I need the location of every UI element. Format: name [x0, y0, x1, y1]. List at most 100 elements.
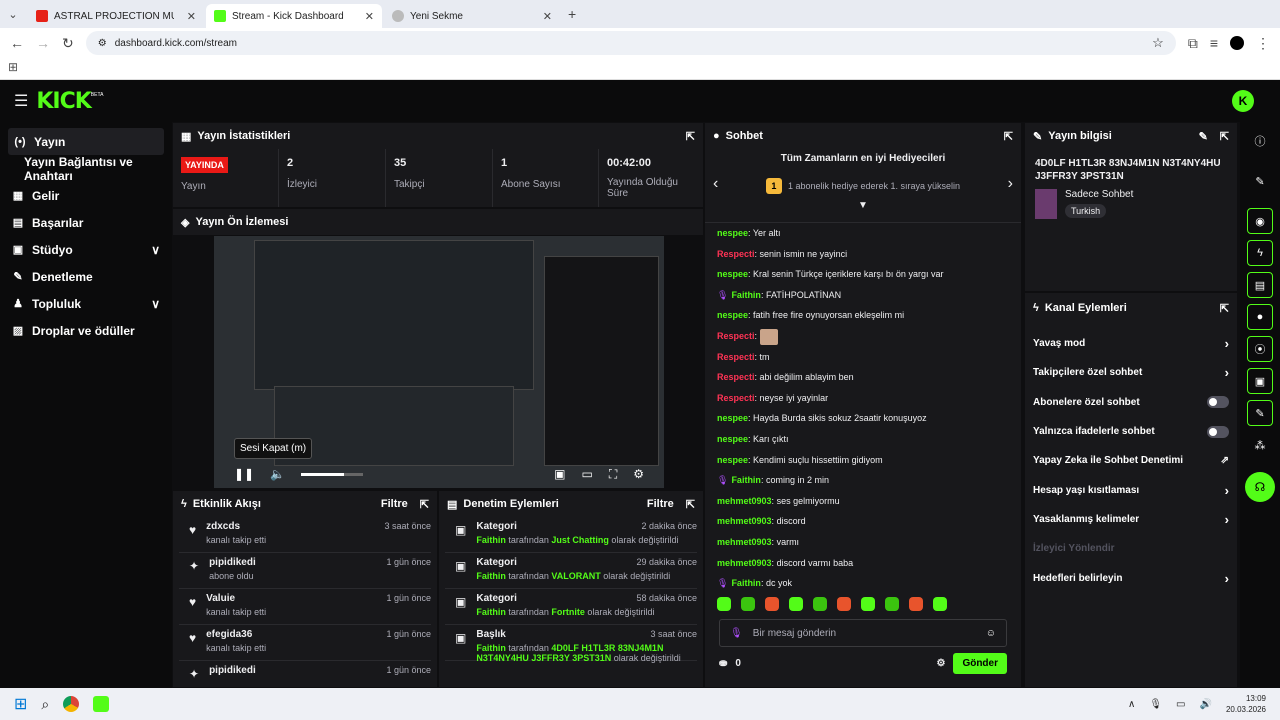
emote-icon[interactable]: [765, 597, 779, 611]
site-info-icon[interactable]: ⚙: [98, 38, 107, 49]
save-icon[interactable]: ▣: [1247, 368, 1273, 394]
browser-tab-youtube[interactable]: ASTRAL PROJECTION MUSI ✕: [28, 4, 204, 28]
search-icon[interactable]: ⌕: [41, 696, 49, 713]
channel-action-row[interactable]: Yapay Zeka ile Sohbet Denetimi ⇗: [1025, 446, 1237, 475]
chat-username[interactable]: Faithin: [731, 290, 761, 300]
activity-item[interactable]: ♥ efegida36 kanalı takip etti 1 gün önce: [179, 625, 431, 661]
volume-slider[interactable]: [301, 472, 364, 476]
close-icon[interactable]: ✕: [187, 10, 196, 23]
activity-item[interactable]: ♥ zdxcds kanalı takip etti 3 saat önce: [179, 517, 431, 553]
emote-icon[interactable]: [885, 597, 899, 611]
toggle-switch[interactable]: [1207, 425, 1229, 438]
channel-action-row[interactable]: Yalnızca ifadelerle sohbet: [1025, 417, 1237, 446]
volume-tray-icon[interactable]: 🔊: [1200, 699, 1212, 710]
hamburger-menu-icon[interactable]: ☰: [14, 91, 28, 111]
pinned-toggle-icon[interactable]: ▼: [705, 200, 1021, 211]
chat-message[interactable]: Respecti: tm: [705, 347, 1021, 368]
sidebar-item-topluluk[interactable]: ♟ Topluluk ∨: [0, 290, 172, 317]
kick-app-icon[interactable]: [93, 696, 110, 712]
tab-list-icon[interactable]: ⌄: [0, 8, 26, 21]
clip-icon[interactable]: ◉: [1247, 208, 1273, 234]
new-tab-button[interactable]: +: [568, 6, 576, 22]
chevron-left-icon[interactable]: ‹: [713, 175, 718, 193]
chat-username[interactable]: Faithin: [731, 475, 761, 485]
kick-logo[interactable]: KICK: [36, 89, 91, 114]
chat-message[interactable]: 🎙 Faithin: FATİHPOLATİNAN: [705, 285, 1021, 306]
chat-username[interactable]: nespee: [717, 455, 748, 465]
sidebar-item-stream-key[interactable]: Yayın Bağlantısı ve Anahtarı: [0, 155, 172, 183]
pause-icon[interactable]: ❚❚: [234, 467, 254, 481]
emoji-icon[interactable]: ☺: [986, 628, 996, 639]
chat-username[interactable]: Faithin: [731, 578, 761, 588]
sidebar-item-basarilar[interactable]: ▤ Başarılar: [0, 209, 172, 236]
popout-icon[interactable]: ⇱: [686, 498, 695, 511]
chat-message[interactable]: 🎙 Faithin: coming in 2 min: [705, 470, 1021, 491]
popout-icon[interactable]: ⇱: [1220, 302, 1229, 315]
emote-icon[interactable]: [741, 597, 755, 611]
chat-message[interactable]: Respecti: senin ismin ne yayinci: [705, 244, 1021, 265]
chat-message[interactable]: 🎙 Faithin: dc yok: [705, 573, 1021, 593]
chat-message[interactable]: Respecti: neyse iyi yayinlar: [705, 388, 1021, 409]
url-field[interactable]: ⚙ dashboard.kick.com/stream ☆: [85, 31, 1176, 55]
category-name[interactable]: Sadece Sohbet: [1065, 189, 1133, 200]
chat-settings-icon[interactable]: ⚙: [936, 658, 945, 669]
emote-icon[interactable]: [909, 597, 923, 611]
chat-username[interactable]: nespee: [717, 413, 748, 423]
broadcast-icon[interactable]: ⦿: [1247, 336, 1273, 362]
channel-action-row[interactable]: Hedefleri belirleyin ›: [1025, 563, 1237, 592]
chat-username[interactable]: nespee: [717, 269, 748, 279]
back-icon[interactable]: ←: [10, 35, 24, 51]
menu-icon[interactable]: ⋮: [1256, 35, 1270, 52]
chat-message[interactable]: nespee: fatih free fire oynuyorsan ekleş…: [705, 305, 1021, 326]
chat-username[interactable]: nespee: [717, 434, 748, 444]
emote-icon[interactable]: [717, 597, 731, 611]
chat-username[interactable]: nespee: [717, 310, 748, 320]
sidebar-item-studyo[interactable]: ▣ Stüdyo ∨: [0, 236, 172, 263]
chat-bubble-icon[interactable]: ●: [1247, 304, 1273, 330]
edit-icon[interactable]: ✎: [1247, 168, 1273, 194]
emote-icon[interactable]: [813, 597, 827, 611]
wrench-icon[interactable]: ✎: [1247, 400, 1273, 426]
video-player[interactable]: Sesi Kapat (m) ❚❚ 🔈 ▣ ▭ ⛶ ⚙: [214, 236, 664, 488]
forward-icon[interactable]: →: [36, 35, 50, 51]
chrome-icon[interactable]: [63, 696, 80, 712]
chat-message[interactable]: nespee: Kral senin Türkçe içeriklere kar…: [705, 264, 1021, 285]
chat-message[interactable]: nespee: Yer altı: [705, 223, 1021, 244]
edit-icon[interactable]: ✎: [1199, 130, 1208, 143]
channel-action-row[interactable]: Takipçilere özel sohbet ›: [1025, 358, 1237, 387]
chat-username[interactable]: Respecti: [717, 372, 755, 382]
popout-icon[interactable]: ⇱: [420, 498, 429, 511]
browser-tab-kick[interactable]: Stream - Kick Dashboard ✕: [206, 4, 382, 28]
popout-icon[interactable]: ⇱: [686, 130, 695, 143]
channel-action-row[interactable]: Yavaş mod ›: [1025, 329, 1237, 358]
popout-icon[interactable]: ⇱: [1004, 130, 1013, 143]
close-icon[interactable]: ✕: [543, 10, 552, 23]
chat-username[interactable]: Respecti: [717, 331, 755, 341]
reload-icon[interactable]: ↻: [62, 35, 74, 52]
activity-item[interactable]: ✦ pipidikedi abone oldu 1 gün önce: [179, 553, 431, 589]
notes-icon[interactable]: ▤: [1247, 272, 1273, 298]
emote-icon[interactable]: [933, 597, 947, 611]
extensions-icon[interactable]: ⧉: [1188, 35, 1198, 52]
chat-username[interactable]: Respecti: [717, 393, 755, 403]
filter-button[interactable]: Filtre: [381, 498, 408, 510]
info-icon[interactable]: ⓘ: [1247, 128, 1273, 154]
chat-message[interactable]: nespee: Kendimi suçlu hissettiim gidiyom: [705, 450, 1021, 471]
chat-message[interactable]: nespee: Karı çıktı: [705, 429, 1021, 450]
star-icon[interactable]: ☆: [1152, 35, 1164, 51]
chevron-right-icon[interactable]: ›: [1008, 175, 1013, 193]
chat-input[interactable]: 🎙 Bir mesaj gönderin ☺: [719, 619, 1007, 647]
settings-icon[interactable]: ⚙: [633, 467, 644, 481]
emote-icon[interactable]: [861, 597, 875, 611]
sidebar-item-droplar[interactable]: ▨ Droplar ve ödüller: [0, 317, 172, 344]
chat-message[interactable]: mehmet0903: ses gelmiyormu: [705, 491, 1021, 512]
share-icon[interactable]: ⁂: [1247, 432, 1273, 458]
emote-icon[interactable]: [789, 597, 803, 611]
toggle-switch[interactable]: [1207, 396, 1229, 409]
chat-username[interactable]: Respecti: [717, 352, 755, 362]
points-icon[interactable]: ⛂: [719, 658, 727, 669]
apps-icon[interactable]: ⊞: [8, 60, 18, 74]
emote-icon[interactable]: [837, 597, 851, 611]
chat-message[interactable]: Respecti:: [705, 326, 1021, 347]
windows-start-icon[interactable]: ⊞: [14, 694, 27, 714]
